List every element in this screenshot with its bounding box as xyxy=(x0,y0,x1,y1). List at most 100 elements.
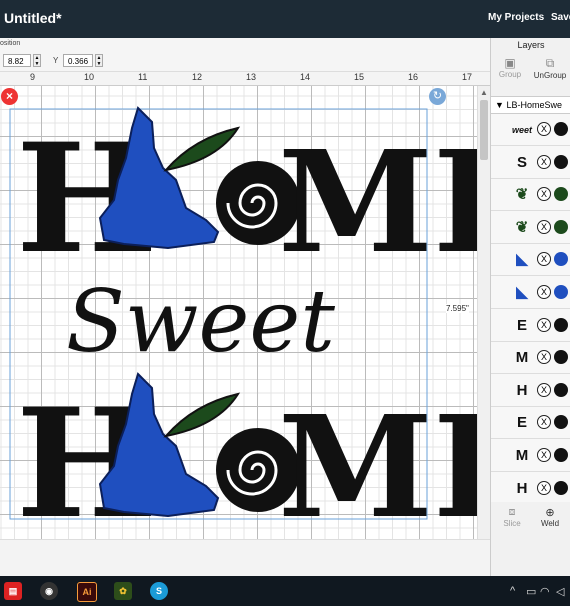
layer-row[interactable]: ◣ X xyxy=(491,244,570,277)
layer-row[interactable]: EX xyxy=(491,310,570,342)
collapse-icon[interactable]: ▼ xyxy=(495,100,504,110)
layer-thumbnail: H xyxy=(516,381,528,399)
layer-row[interactable]: SX xyxy=(491,147,570,179)
layer-color-swatch[interactable] xyxy=(554,154,568,169)
x-position-input[interactable]: 8.82 xyxy=(3,54,31,67)
layer-row[interactable]: MX xyxy=(491,440,570,472)
layer-thumbnail: E xyxy=(516,414,527,432)
hide-layer-icon[interactable]: X xyxy=(537,187,551,202)
hide-layer-icon[interactable]: X xyxy=(537,480,551,495)
layer-color-swatch[interactable] xyxy=(554,122,568,136)
hide-layer-icon[interactable]: X xyxy=(537,415,551,430)
battery-icon[interactable]: ▭ xyxy=(526,585,536,598)
layer-thumbnail: S xyxy=(516,153,527,171)
wifi-icon[interactable]: ◠ xyxy=(540,585,550,598)
illustrator-icon[interactable]: Ai xyxy=(77,582,97,602)
layer-row[interactable]: HX xyxy=(491,375,570,407)
layers-list: weet X S X ❦ X ❦ X ◣ X ◣ X E X M X H X E X M X H X xyxy=(491,114,570,502)
design-artwork[interactable]: H ME Sweet H ME xyxy=(0,86,477,539)
weld-button[interactable]: ⊕ Weld xyxy=(531,506,569,528)
tray-chevron-icon[interactable]: ^ xyxy=(510,585,515,597)
group-label: Group xyxy=(498,70,522,79)
layer-thumbnail: weet xyxy=(511,125,532,135)
panel-footer: ⧈ Slice ⊕ Weld xyxy=(491,504,570,544)
save-button[interactable]: Save xyxy=(551,12,570,23)
layer-thumbnail: ❦ xyxy=(515,186,529,204)
hide-layer-icon[interactable]: X xyxy=(537,350,551,365)
top-bar: Untitled* My Projects Save xyxy=(0,0,570,38)
design-space-icon[interactable]: S xyxy=(150,582,168,600)
x-stepper[interactable]: ▲ ▼ xyxy=(33,54,41,67)
volume-icon[interactable]: ◁ xyxy=(556,585,564,598)
design-canvas[interactable]: H ME Sweet H ME × ↻ 7.595" xyxy=(0,86,477,539)
layer-color-swatch[interactable] xyxy=(554,415,568,430)
layer-color-swatch[interactable] xyxy=(554,317,568,332)
layer-row[interactable]: ◣ X xyxy=(491,277,570,309)
chrome-icon[interactable]: ◉ xyxy=(40,582,58,600)
project-title: Untitled* xyxy=(4,10,62,26)
group-button[interactable]: ▣ Group xyxy=(491,56,529,79)
group-name: LB-HomeSwe xyxy=(506,100,562,110)
ruler-tick: 13 xyxy=(246,72,257,82)
ungroup-label: UnGroup xyxy=(533,71,567,80)
layer-row[interactable]: weet X xyxy=(491,114,570,146)
layer-thumbnail: H xyxy=(516,479,528,497)
hide-layer-icon[interactable]: X xyxy=(537,382,551,397)
sunflower-icon[interactable]: ✿ xyxy=(114,582,132,600)
hide-layer-icon[interactable]: X xyxy=(537,252,551,267)
hide-layer-icon[interactable]: X xyxy=(537,317,551,332)
layer-color-swatch[interactable] xyxy=(554,350,568,365)
layer-row[interactable]: MX xyxy=(491,342,570,375)
position-label: osition xyxy=(0,40,21,47)
hide-layer-icon[interactable]: X xyxy=(537,285,551,299)
ruler-tick: 10 xyxy=(84,72,95,82)
top-me-letters: ME xyxy=(278,121,477,285)
ruler-tick: 14 xyxy=(300,72,311,82)
ungroup-button[interactable]: ⧉ UnGroup xyxy=(531,56,569,80)
hide-layer-icon[interactable]: X xyxy=(537,122,551,136)
scroll-thumb[interactable] xyxy=(480,100,488,160)
hide-layer-icon[interactable]: X xyxy=(537,219,551,234)
hide-layer-icon[interactable]: X xyxy=(537,154,551,169)
ruler-tick: 16 xyxy=(408,72,419,82)
slice-label: Slice xyxy=(503,519,521,528)
weld-icon: ⊕ xyxy=(545,507,555,519)
edit-toolbar: osition 8.82 ▲ ▼ Y 0.366 ▲ ▼ xyxy=(0,38,490,72)
app-red-icon[interactable]: ▤ xyxy=(4,582,22,600)
layer-row[interactable]: EX xyxy=(491,407,570,440)
ungroup-icon: ⧉ xyxy=(545,56,555,70)
height-readout: 7.595" xyxy=(446,304,469,313)
layer-color-swatch[interactable] xyxy=(554,285,568,299)
layer-row[interactable]: ❦ X xyxy=(491,179,570,212)
layer-row[interactable]: HX xyxy=(491,473,570,502)
horizontal-ruler: 9 10 11 12 13 14 15 16 17 xyxy=(0,72,490,86)
y-stepper[interactable]: ▲ ▼ xyxy=(95,54,103,67)
layer-color-swatch[interactable] xyxy=(554,382,568,397)
layer-row[interactable]: ❦ X xyxy=(491,212,570,244)
my-projects-link[interactable]: My Projects xyxy=(488,12,544,23)
weld-label: Weld xyxy=(540,519,560,528)
group-icon: ▣ xyxy=(504,56,516,70)
hide-layer-icon[interactable]: X xyxy=(537,448,551,462)
bottom-me-letters: ME xyxy=(278,386,477,539)
y-label: Y xyxy=(53,56,59,65)
rotate-handle-icon[interactable]: ↻ xyxy=(429,88,446,105)
y-position-input[interactable]: 0.366 xyxy=(63,54,93,67)
layer-color-swatch[interactable] xyxy=(554,252,568,267)
layer-color-swatch[interactable] xyxy=(554,219,568,234)
layer-color-swatch[interactable] xyxy=(554,480,568,495)
layer-color-swatch[interactable] xyxy=(554,187,568,202)
layer-thumbnail: M xyxy=(515,447,529,464)
layers-panel: Layers ▣ Group ⧉ UnGroup ▼ LB-HomeSwe we… xyxy=(490,38,570,576)
layer-thumbnail: E xyxy=(516,316,527,334)
scroll-up-icon[interactable]: ▲ xyxy=(480,88,488,97)
ruler-tick: 15 xyxy=(354,72,365,82)
sweet-script-text: Sweet xyxy=(66,272,335,372)
layer-color-swatch[interactable] xyxy=(554,448,568,462)
delete-handle-icon[interactable]: × xyxy=(1,88,18,105)
vertical-scrollbar[interactable]: ▲ xyxy=(477,86,491,539)
layer-group-header[interactable]: ▼ LB-HomeSwe xyxy=(491,96,570,114)
top-leaf xyxy=(163,126,241,172)
slice-button[interactable]: ⧈ Slice xyxy=(493,506,531,528)
layer-thumbnail: M xyxy=(515,349,529,367)
